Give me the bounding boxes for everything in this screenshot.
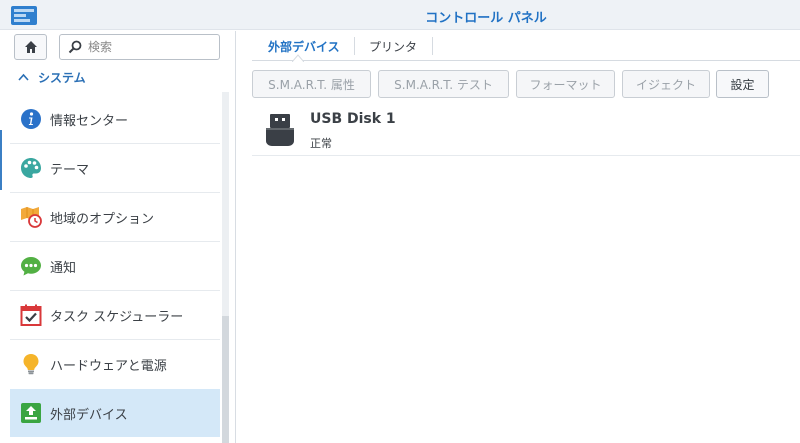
search-box[interactable] <box>59 34 220 60</box>
device-status: 正常 <box>310 137 332 150</box>
sidebar-item-label: 通知 <box>50 260 77 276</box>
home-icon <box>25 41 37 53</box>
sidebar-item-label: 情報センター <box>50 113 129 129</box>
sidebar-item-label: ハードウェアと電源 <box>50 358 167 374</box>
title-bar: コントロール パネル <box>0 0 800 30</box>
lightbulb-icon <box>20 353 42 375</box>
window-title: コントロール パネル <box>425 11 547 26</box>
sidebar-item-task-scheduler[interactable]: タスク スケジューラー <box>10 291 220 339</box>
tab-label: プリンタ <box>369 39 418 54</box>
tab-separator <box>432 37 433 55</box>
sidebar-item-external-devices[interactable]: 外部デバイス <box>10 389 220 437</box>
sidebar-item-label: 外部デバイス <box>50 407 128 423</box>
window-edge-accent <box>0 130 2 190</box>
device-name: USB Disk 1 <box>310 111 396 127</box>
palette-icon <box>20 157 42 179</box>
eject-button[interactable]: イジェクト <box>622 70 710 98</box>
info-icon <box>20 108 42 130</box>
sidebar-item-theme[interactable]: テーマ <box>10 144 220 192</box>
tab-bar: 外部デバイス プリンタ <box>252 31 800 62</box>
tab-label: 外部デバイス <box>268 39 340 54</box>
usb-drive-icon <box>266 114 294 146</box>
home-button[interactable] <box>14 34 47 60</box>
smart-test-button[interactable]: S.M.A.R.T. テスト <box>378 70 509 98</box>
sidebar-item-label: テーマ <box>50 162 90 178</box>
search-icon <box>68 40 82 54</box>
sidebar-item-label: 地域のオプション <box>50 211 155 227</box>
section-header-system[interactable]: システム <box>18 68 86 86</box>
device-row[interactable]: USB Disk 1 正常 <box>252 104 800 156</box>
sidebar-item-hardware-power[interactable]: ハードウェアと電源 <box>10 340 220 388</box>
tab-separator <box>354 37 355 55</box>
chat-bubble-icon <box>20 255 42 277</box>
calendar-check-icon <box>20 304 42 326</box>
active-tab-indicator <box>292 54 304 62</box>
device-list: USB Disk 1 正常 <box>252 104 800 443</box>
map-clock-icon <box>20 206 42 228</box>
sidebar-scrollbar-thumb[interactable] <box>222 316 229 443</box>
smart-attributes-button[interactable]: S.M.A.R.T. 属性 <box>252 70 371 98</box>
external-device-icon <box>20 402 42 424</box>
tab-printer[interactable]: プリンタ <box>369 31 417 61</box>
format-button[interactable]: フォーマット <box>516 70 615 98</box>
sidebar-item-regional-options[interactable]: 地域のオプション <box>10 193 220 241</box>
search-input[interactable] <box>88 38 216 56</box>
sidebar-item-notification[interactable]: 通知 <box>10 242 220 290</box>
section-label: システム <box>38 70 86 85</box>
chevron-up-icon <box>18 73 29 81</box>
sidebar-item-label: タスク スケジューラー <box>50 309 184 325</box>
sidebar-item-info-center[interactable]: 情報センター <box>10 95 220 143</box>
settings-button[interactable]: 設定 <box>716 70 769 98</box>
